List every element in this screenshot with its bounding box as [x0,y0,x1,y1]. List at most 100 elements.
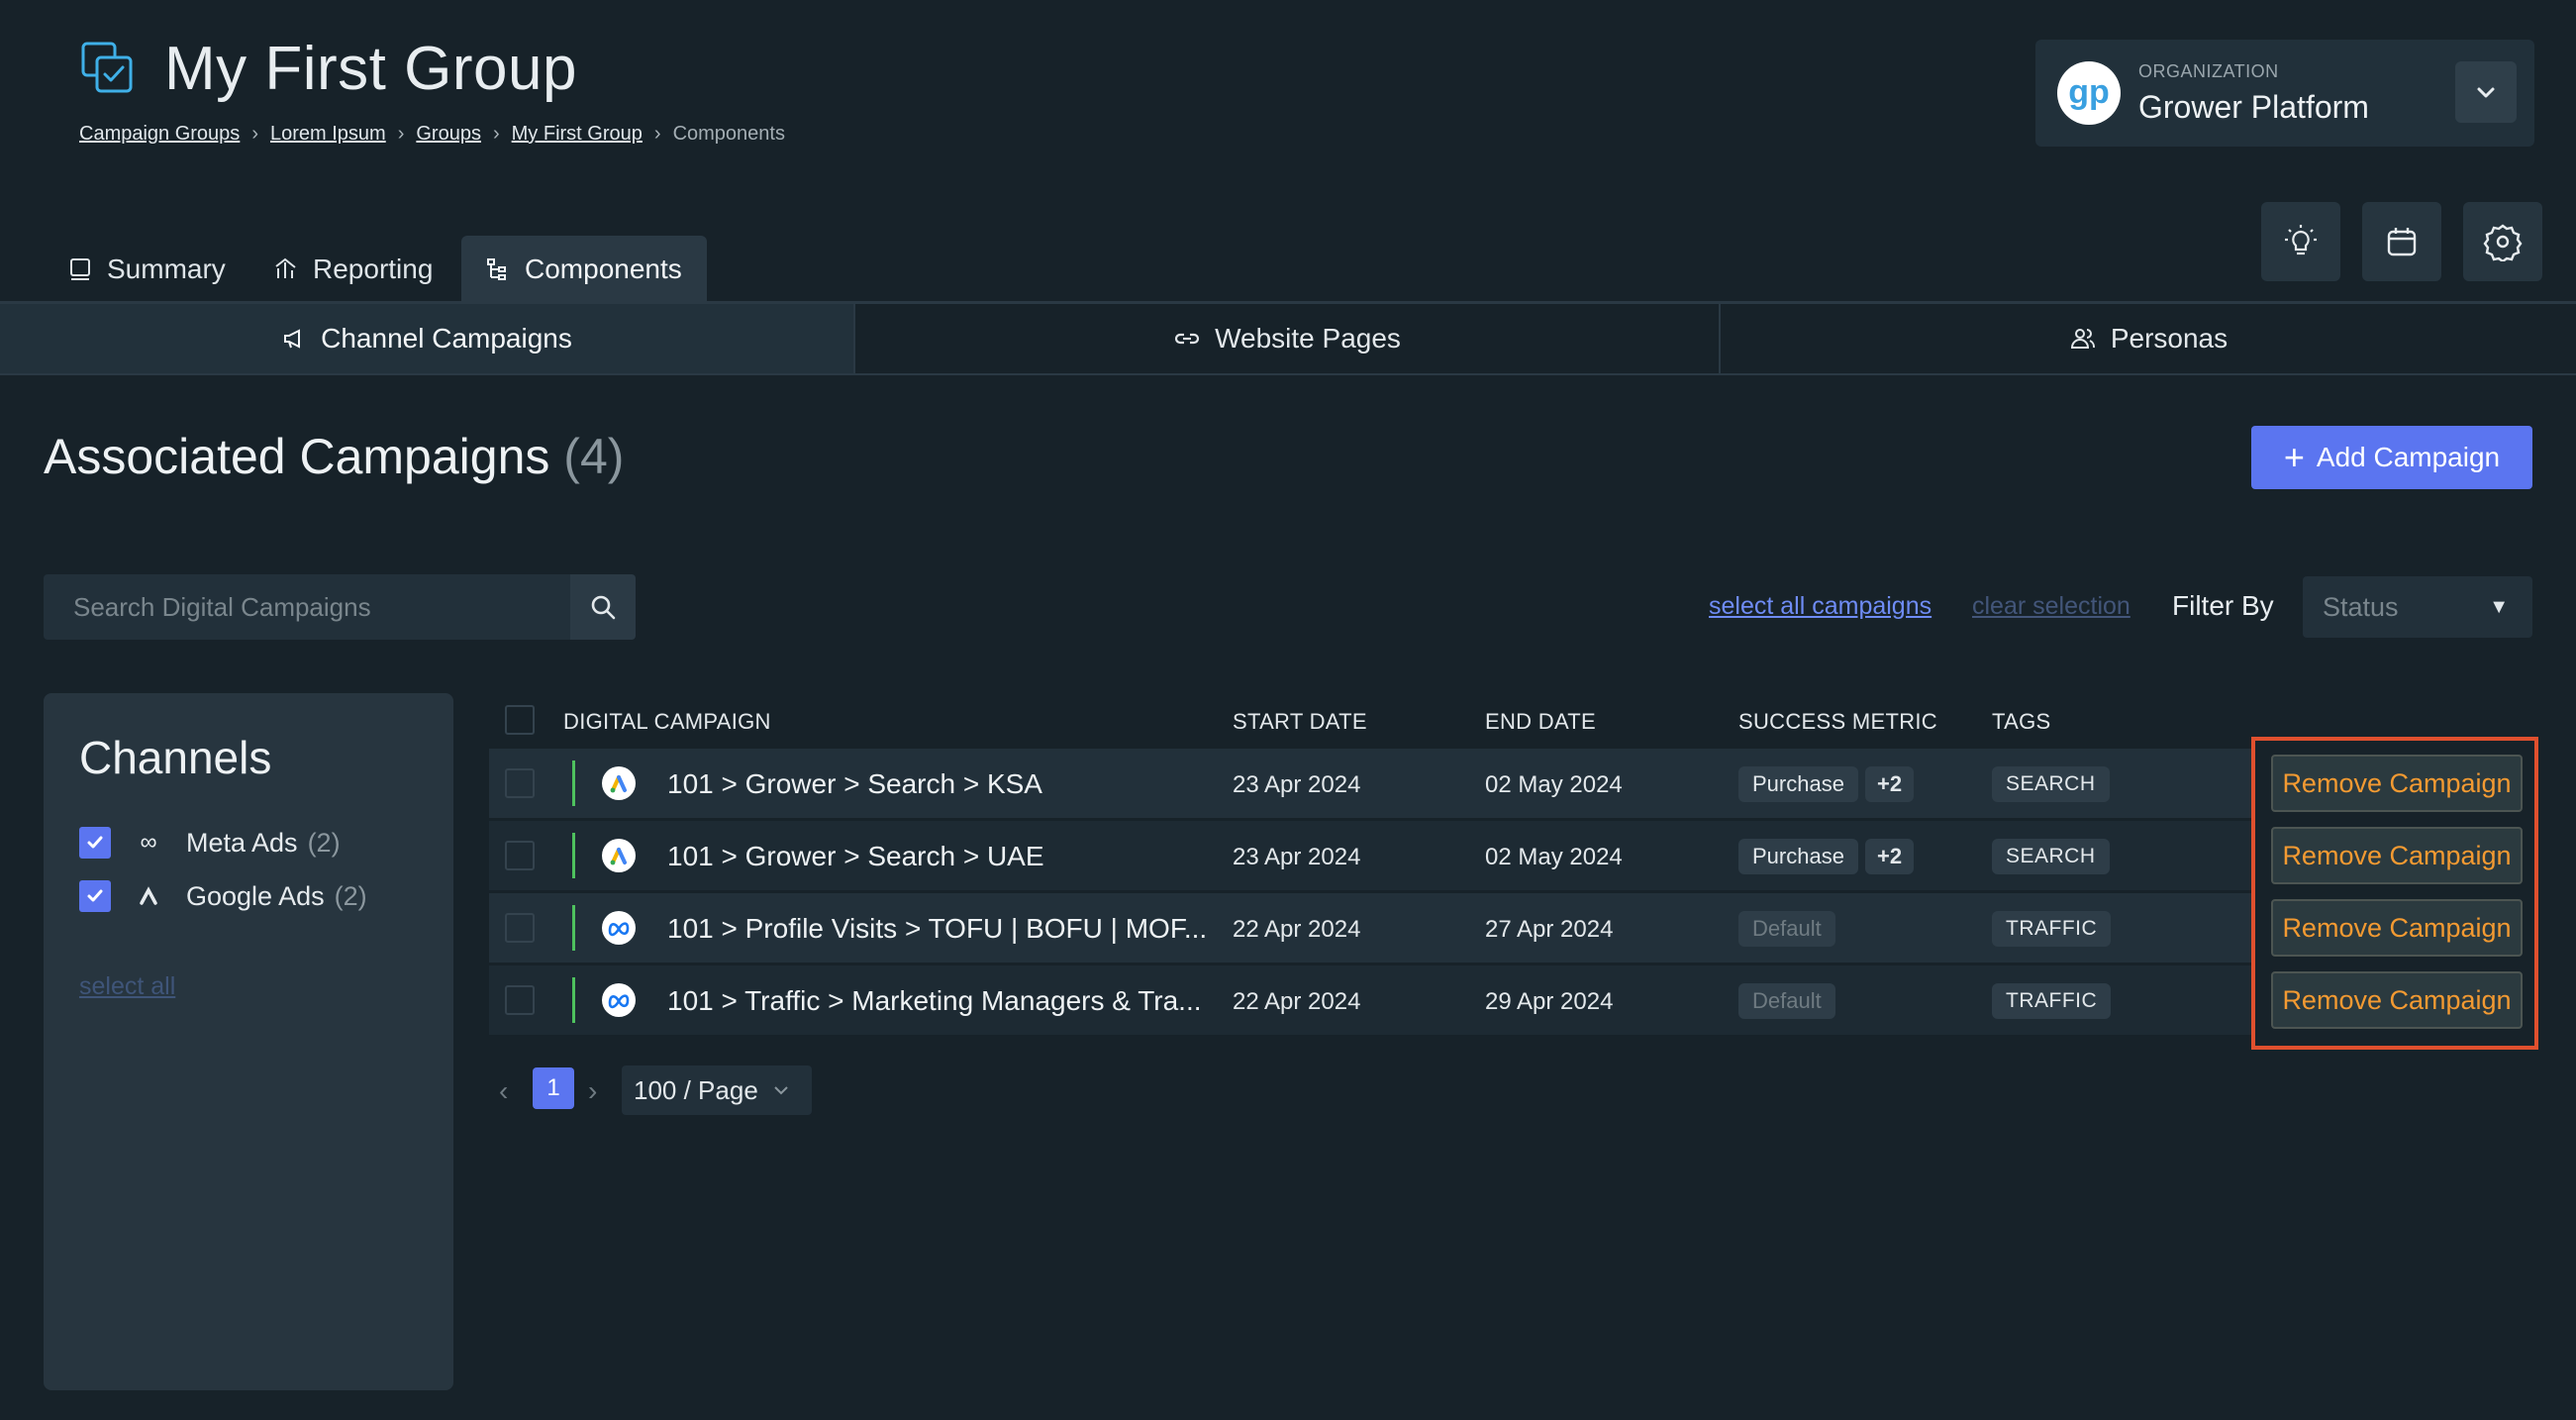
row-checkbox[interactable] [505,913,535,943]
remove-campaign-button[interactable]: Remove Campaign [2271,971,2523,1029]
organization-logo-text: gp [2068,73,2110,111]
breadcrumb-separator: › [397,123,405,145]
search-button[interactable] [570,574,636,640]
subtab-bar: Channel Campaigns Website Pages Personas [0,304,2576,375]
tab-components[interactable]: Components [461,236,707,303]
search-field[interactable] [44,574,570,640]
end-date: 27 Apr 2024 [1485,916,1614,943]
channel-label: Meta Ads [186,827,298,858]
tab-summary-label: Summary [107,254,226,284]
channel-item-google-ads[interactable]: Google Ads (2) [79,876,367,916]
select-all-channels-link[interactable]: select all [79,972,175,1001]
add-campaign-label: Add Campaign [2316,442,2501,472]
breadcrumb-link[interactable]: Groups [416,123,481,146]
ideas-button[interactable] [2261,202,2340,281]
search-input[interactable] [44,574,570,640]
metric-badge: Purchase [1738,839,1858,874]
subtab-personas[interactable]: Personas [1721,304,2576,373]
subtab-website-pages[interactable]: Website Pages [855,304,1721,373]
link-icon [1175,333,1200,345]
tab-summary[interactable]: Summary [44,236,249,303]
end-date: 02 May 2024 [1485,844,1623,870]
row-checkbox[interactable] [505,841,535,870]
campaign-name[interactable]: 101 > Traffic > Marketing Managers & Tra… [667,985,1202,1017]
start-date: 22 Apr 2024 [1233,916,1361,943]
users-icon [2070,329,2095,349]
book-icon [70,258,90,280]
start-date: 22 Apr 2024 [1233,988,1361,1015]
organization-switcher[interactable]: gp ORGANIZATION Grower Platform [2035,40,2534,147]
add-campaign-button[interactable]: + Add Campaign [2251,426,2532,489]
remove-campaign-button[interactable]: Remove Campaign [2271,755,2523,812]
metric-extra-badge[interactable]: +2 [1865,766,1915,802]
column-header: SUCCESS METRIC [1738,709,1937,734]
remove-campaign-button[interactable]: Remove Campaign [2271,827,2523,884]
settings-icon [2483,224,2523,261]
plus-icon: + [2283,437,2305,477]
tag-badge: TRAFFIC [1992,983,2112,1019]
channel-checkbox[interactable] [79,880,111,912]
row-checkbox[interactable] [505,768,535,798]
campaign-name[interactable]: 101 > Profile Visits > TOFU | BOFU | MOF… [667,913,1207,945]
metric-extra-badge[interactable]: +2 [1865,839,1915,874]
organization-name: Grower Platform [2138,89,2369,125]
tab-components-label: Components [525,254,682,284]
column-header: DIGITAL CAMPAIGN [563,709,771,734]
select-all-checkbox[interactable] [505,705,535,735]
start-date: 23 Apr 2024 [1233,844,1361,870]
select-all-campaigns-link[interactable]: select all campaigns [1709,592,1932,621]
organization-logo: gp [2057,61,2121,125]
previous-page-button[interactable]: ‹ [499,1075,508,1107]
status-bar [572,905,575,951]
breadcrumb-link[interactable]: Lorem Ipsum [270,123,386,146]
campaign-name[interactable]: 101 > Grower > Search > UAE [667,841,1044,872]
subtab-label: Channel Campaigns [321,323,572,354]
caret-down-icon: ▼ [2489,595,2509,618]
breadcrumb-separator: › [492,123,500,145]
metric-badge: Purchase [1738,766,1858,802]
subtab-channel-campaigns[interactable]: Channel Campaigns [0,304,855,373]
status-select[interactable]: Status ▼ [2303,576,2532,638]
metric-badge: Default [1738,983,1835,1019]
page-size-select[interactable]: 100 / Page [622,1065,812,1115]
organization-label: ORGANIZATION [2138,61,2279,81]
calendar-button[interactable] [2362,202,2441,281]
table-row[interactable]: 101 > Grower > Search > KSA 23 Apr 2024 … [489,749,2251,818]
organization-dropdown-button[interactable] [2455,61,2517,123]
channel-checkbox[interactable] [79,827,111,859]
google-ads-icon [602,766,636,800]
channels-title: Channels [79,732,272,783]
status-bar [572,977,575,1023]
breadcrumb-link[interactable]: My First Group [512,123,643,146]
metric-badge: Default [1738,911,1835,947]
chevron-down-icon [774,1086,788,1095]
table-row[interactable]: 101 > Profile Visits > TOFU | BOFU | MOF… [489,893,2251,963]
settings-button[interactable] [2463,202,2542,281]
current-page-button[interactable]: 1 [533,1067,574,1109]
clear-selection-link[interactable]: clear selection [1972,592,2130,621]
channel-item-meta-ads[interactable]: ∞ Meta Ads (2) [79,823,341,862]
section-title: Associated Campaigns (4) [44,428,624,485]
row-checkbox[interactable] [505,985,535,1015]
google-ads-icon [602,839,636,872]
breadcrumb-separator: › [251,123,258,145]
remove-campaign-highlight: Remove Campaign Remove Campaign Remove C… [2251,737,2538,1050]
breadcrumb-link[interactable]: Campaign Groups [79,123,240,146]
column-header: END DATE [1485,709,1597,734]
table-row[interactable]: 101 > Traffic > Marketing Managers & Tra… [489,965,2251,1035]
checkmark-icon [87,889,103,902]
tab-reporting[interactable]: Reporting [249,236,456,303]
next-page-button[interactable]: › [588,1075,597,1107]
channels-panel: Channels ∞ Meta Ads (2) Google Ads (2) s… [44,693,453,1390]
calendar-icon [2387,228,2417,256]
campaign-name[interactable]: 101 > Grower > Search > KSA [667,768,1042,800]
status-select-value: Status [2323,591,2399,622]
remove-campaign-button[interactable]: Remove Campaign [2271,899,2523,957]
google-ads-icon [131,885,166,907]
tag-badge: TRAFFIC [1992,911,2112,947]
status-bar [572,761,575,806]
breadcrumb-current: Components [672,123,785,145]
chart-icon [275,257,296,278]
status-bar [572,833,575,878]
table-row[interactable]: 101 > Grower > Search > UAE 23 Apr 2024 … [489,821,2251,890]
